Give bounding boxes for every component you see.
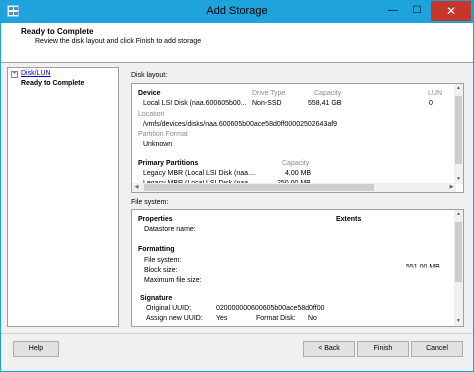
lun-value: 0 — [429, 100, 433, 107]
device-header: Device — [138, 90, 161, 97]
lun-header: LUN — [428, 90, 443, 97]
format-disk-value: No — [308, 315, 317, 322]
device-value: Local LSI Disk (naa.600605b00... — [143, 100, 247, 107]
partition-format-value: Unknown — [143, 141, 173, 148]
minimize-icon[interactable]: — — [381, 1, 405, 21]
back-button[interactable]: < Back — [303, 341, 355, 357]
add-storage-window: Add Storage — ☐ ✕ Ready to Complete Revi… — [0, 0, 474, 372]
partition-row-1-capacity: 4,00 MB — [285, 170, 312, 177]
page-title: Ready to Complete — [21, 27, 94, 36]
location-label: Location — [138, 111, 165, 118]
primary-partitions-header: Primary Partitions — [138, 160, 199, 167]
footer-divider — [1, 333, 473, 334]
signature-header: Signature — [140, 295, 173, 302]
disk-layout-hscroll[interactable]: ◀ ▶ — [132, 183, 456, 192]
location-value: /vmfs/devices/disks/naa.600605b00ace58d0… — [143, 121, 338, 128]
scroll-thumb[interactable] — [455, 96, 462, 164]
assign-new-uuid-label: Assign new UUID: — [146, 315, 203, 322]
partition-format-label: Partition Format — [138, 131, 188, 138]
max-file-size-label: Maximum file size: — [144, 277, 202, 284]
disk-layout-vscroll[interactable]: ▲ ▼ — [454, 84, 463, 184]
assign-new-uuid-value: Yes — [216, 315, 228, 322]
fs-scroll-up-icon[interactable]: ▲ — [454, 210, 463, 219]
disk-layout-panel[interactable]: Device Drive Type Capacity LUN Local LSI… — [131, 83, 464, 193]
block-size-label: Block size: — [144, 267, 178, 274]
hscroll-thumb[interactable] — [144, 184, 374, 191]
file-system-label: File system: — [131, 199, 169, 206]
close-button[interactable]: ✕ — [431, 1, 471, 21]
cancel-button[interactable]: Cancel — [411, 341, 463, 357]
file-system-vscroll[interactable]: ▲ ▼ — [454, 210, 463, 326]
partition-row-1-name: Legacy MBR (Local LSI Disk (naa.... — [143, 170, 256, 177]
original-uuid-label: Original UUID: — [146, 305, 192, 312]
step-ready-to-complete: Ready to Complete — [21, 80, 85, 87]
page-subtitle: Review the disk layout and click Finish … — [35, 38, 202, 45]
extent-value: 551 00 MB — [406, 264, 440, 271]
help-button[interactable]: Help — [13, 341, 59, 357]
fs-scroll-thumb[interactable] — [455, 222, 462, 282]
extents-header: Extents — [336, 216, 362, 223]
step-disk-lun-link[interactable]: Disk/LUN — [21, 70, 51, 77]
file-system-panel[interactable]: Properties Extents Datastore name: Forma… — [131, 209, 464, 327]
original-uuid-value: 020000000600605b00ace58d0ff00 — [216, 305, 325, 312]
maximize-icon[interactable]: ☐ — [405, 1, 429, 21]
scroll-up-icon[interactable]: ▲ — [454, 84, 463, 93]
scroll-left-icon[interactable]: ◀ — [132, 183, 141, 192]
scroll-right-icon[interactable]: ▶ — [447, 183, 456, 192]
capacity-value: 558,41 GB — [308, 100, 342, 107]
partition-capacity-header: Capacity — [282, 160, 310, 167]
formatting-header: Formatting — [138, 246, 175, 253]
drive-type-value: Non-SSD — [252, 100, 282, 107]
datastore-name-label: Datastore name: — [144, 226, 196, 233]
format-disk-label: Format Disk: — [256, 315, 296, 322]
drive-type-header: Drive Type — [252, 90, 286, 97]
properties-header: Properties — [138, 216, 173, 223]
capacity-header: Capacity — [314, 90, 342, 97]
disk-layout-label: Disk layout: — [131, 72, 168, 79]
finish-button[interactable]: Finish — [357, 341, 409, 357]
expand-icon[interactable]: + — [11, 71, 18, 78]
fs-scroll-down-icon[interactable]: ▼ — [454, 317, 463, 326]
title-bar[interactable]: Add Storage — ☐ ✕ — [1, 1, 473, 23]
file-system-field-label: File system: — [144, 257, 182, 264]
wizard-header: Ready to Complete Review the disk layout… — [1, 23, 473, 63]
wizard-steps: + Disk/LUN Ready to Complete — [7, 67, 119, 327]
